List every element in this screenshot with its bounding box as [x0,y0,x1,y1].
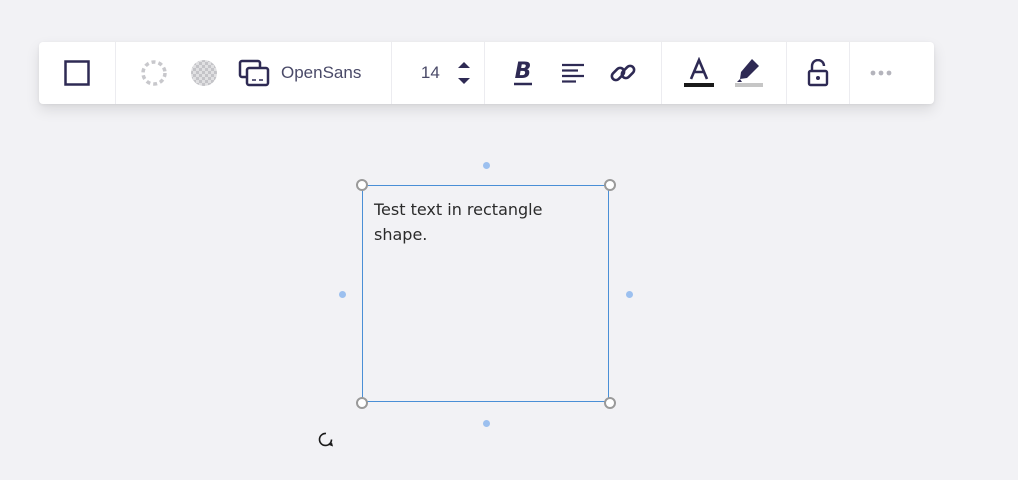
more-options-button[interactable] [856,42,906,104]
font-family-select[interactable]: OpenSans [279,42,391,104]
font-size-stepper [456,42,472,104]
border-style-button[interactable] [129,42,179,104]
resize-handle-top-left[interactable] [356,179,368,191]
lock-button[interactable] [793,42,843,104]
style-group: OpenSans [116,42,393,104]
bold-button[interactable]: B [498,42,548,104]
connection-point-left[interactable] [339,291,346,298]
text-color-icon [683,57,715,89]
link-icon [609,59,637,87]
connection-point-right[interactable] [626,291,633,298]
rotate-icon [316,432,336,454]
chevron-up-icon[interactable] [456,61,472,69]
shape-group [39,42,116,104]
rotate-handle[interactable] [316,430,336,450]
layer-order-button[interactable] [229,42,279,104]
connection-point-bottom[interactable] [483,420,490,427]
align-left-icon [561,63,585,83]
shape-text[interactable]: Test text in rectangle shape. [374,197,584,247]
rectangle-shape[interactable]: Test text in rectangle shape. [362,185,609,402]
svg-text:B: B [515,59,532,84]
connection-point-top[interactable] [483,162,490,169]
resize-handle-top-right[interactable] [604,179,616,191]
resize-handle-bottom-left[interactable] [356,397,368,409]
more-dots-icon [870,70,892,76]
shape-type-button[interactable] [52,42,102,104]
unlock-icon [806,59,830,87]
bold-italic-icon: B [511,58,535,88]
color-group [662,42,788,104]
fill-color-button[interactable] [179,42,229,104]
insert-link-button[interactable] [598,42,648,104]
resize-handle-bottom-right[interactable] [604,397,616,409]
more-group [850,42,912,104]
formatting-toolbar: OpenSans 14 B [39,42,934,104]
chevron-down-icon[interactable] [456,77,472,85]
font-size-value[interactable]: 14 [412,63,448,83]
text-align-button[interactable] [548,42,598,104]
lock-group [787,42,851,104]
text-color-button[interactable] [674,42,724,104]
stacked-windows-icon [238,59,270,87]
highlight-color-button[interactable] [724,42,774,104]
transparent-fill-icon [190,59,218,87]
square-outline-icon [64,60,90,86]
highlighter-pen-icon [734,57,764,89]
text-format-group: B [485,42,663,104]
font-size-group: 14 [392,42,486,104]
dashed-circle-border-icon [140,59,168,87]
